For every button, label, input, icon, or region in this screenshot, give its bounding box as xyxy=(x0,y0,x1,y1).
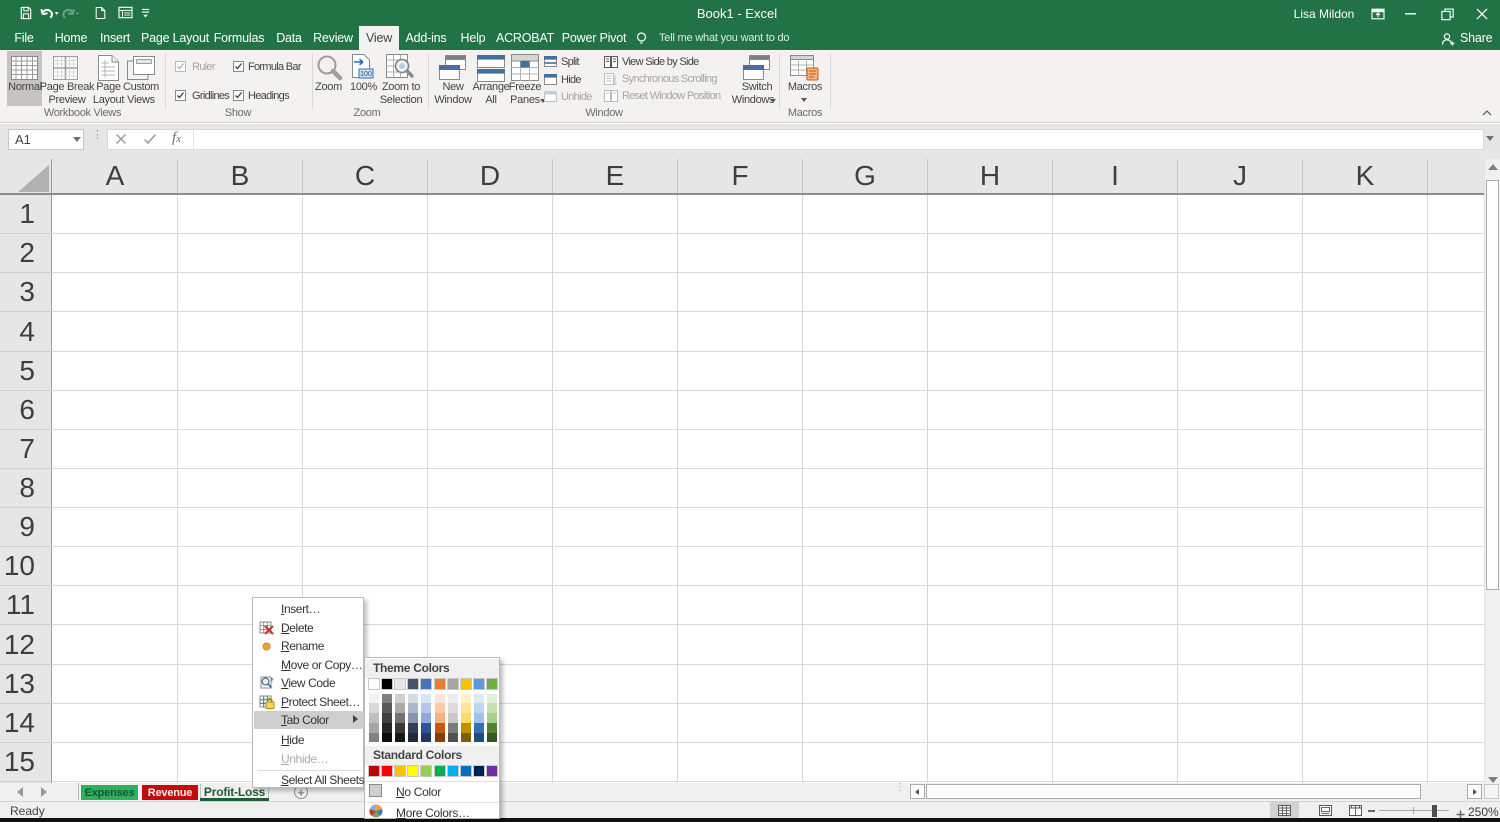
svg-text:100: 100 xyxy=(360,71,372,78)
